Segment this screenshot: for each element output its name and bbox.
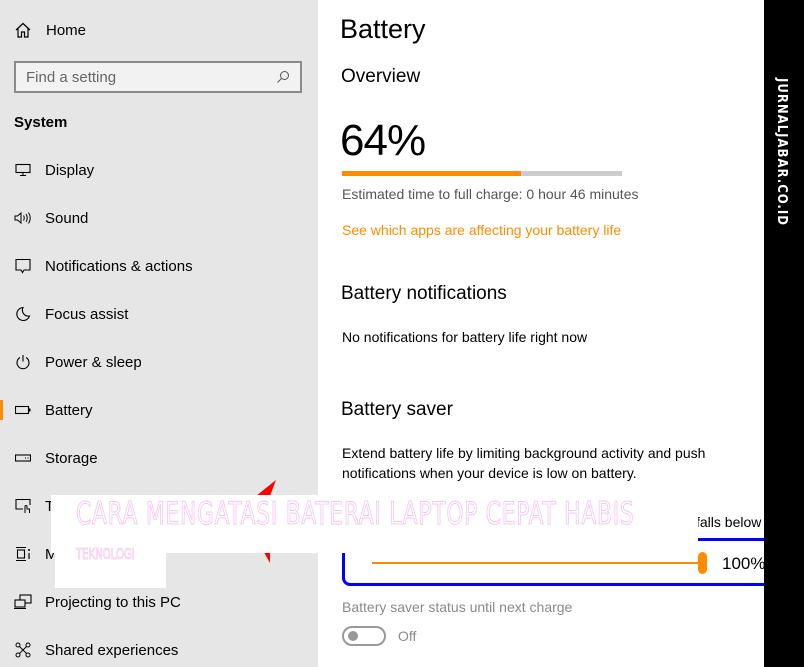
battery-percentage: 64% [340, 116, 426, 165]
battery-saver-slider-value: 100% [722, 554, 764, 573]
battery-level-fill [342, 171, 522, 176]
battery-icon [14, 401, 32, 419]
threshold-label: falls below [696, 514, 762, 530]
charge-estimate: Estimated time to full charge: 0 hour 46… [342, 186, 639, 202]
sidebar-item-label: Sound [45, 209, 89, 227]
battery-saver-slider-thumb[interactable] [698, 552, 707, 574]
article-category-overlay: TEKNOLOGI [76, 545, 135, 564]
battery-level-bar [342, 171, 622, 176]
sidebar-item-focus-assist[interactable]: Focus assist [0, 290, 318, 338]
battery-saver-status-label: Battery saver status until next charge [342, 599, 573, 615]
sidebar-item-shared-experiences[interactable]: Shared experiences [0, 626, 318, 667]
sidebar-item-label: Display [45, 161, 95, 179]
battery-notifications-heading: Battery notifications [341, 283, 507, 304]
sidebar-item-label: Focus assist [45, 305, 129, 323]
sidebar-item-label: Projecting to this PC [45, 593, 181, 611]
storage-icon [14, 449, 32, 467]
notifications-status-text: No notifications for battery life right … [342, 329, 588, 345]
watermark-strip: JURNALJABAR.CO.ID [764, 0, 804, 667]
home-label: Home [46, 21, 87, 39]
shared-experiences-icon [14, 641, 32, 659]
toggle-knob [348, 631, 358, 641]
sidebar-item-label: Shared experiences [45, 641, 179, 659]
sidebar-item-power-sleep[interactable]: Power & sleep [0, 338, 318, 386]
display-icon [14, 161, 32, 179]
page-title: Battery [340, 14, 426, 44]
notifications-icon [14, 257, 32, 275]
power-icon [14, 353, 32, 371]
section-title: System [14, 114, 68, 131]
sidebar-item-label: Storage [45, 449, 98, 467]
sound-icon [14, 209, 32, 227]
multitasking-icon [14, 545, 32, 563]
toggle-state-label: Off [398, 628, 417, 644]
main-content: Battery Overview 64% Estimated time to f… [318, 0, 764, 667]
sidebar-item-label: Battery [45, 401, 93, 419]
sidebar-item-notifications[interactable]: Notifications & actions [0, 242, 318, 290]
article-title-overlay: CARA MENGATASI BATERAI LAPTOP CEPAT HABI… [76, 496, 635, 533]
battery-saver-description: Extend battery life by limiting backgrou… [342, 445, 706, 481]
projecting-icon [14, 593, 32, 611]
search-icon[interactable] [276, 70, 290, 84]
battery-saver-toggle[interactable] [342, 626, 386, 646]
search-input[interactable] [26, 68, 276, 86]
watermark-text: JURNALJABAR.CO.ID [774, 78, 789, 226]
tablet-mode-icon [14, 497, 32, 515]
sidebar-nav: Display Sound Notifications & actions Fo… [0, 146, 318, 667]
battery-usage-by-app-link[interactable]: See which apps are affecting your batter… [342, 222, 621, 238]
sidebar-item-battery[interactable]: Battery [0, 386, 318, 434]
home-nav-item[interactable]: Home [14, 18, 86, 42]
focus-assist-icon [14, 305, 32, 323]
search-box[interactable] [14, 61, 302, 93]
home-icon [14, 21, 32, 39]
sidebar-item-storage[interactable]: Storage [0, 434, 318, 482]
overview-heading: Overview [341, 66, 421, 87]
sidebar-item-label: Notifications & actions [45, 257, 193, 275]
sidebar-item-display[interactable]: Display [0, 146, 318, 194]
sidebar-item-label: Power & sleep [45, 353, 142, 371]
battery-saver-heading: Battery saver [341, 399, 453, 420]
battery-saver-slider-track[interactable] [372, 562, 702, 564]
sidebar-item-sound[interactable]: Sound [0, 194, 318, 242]
